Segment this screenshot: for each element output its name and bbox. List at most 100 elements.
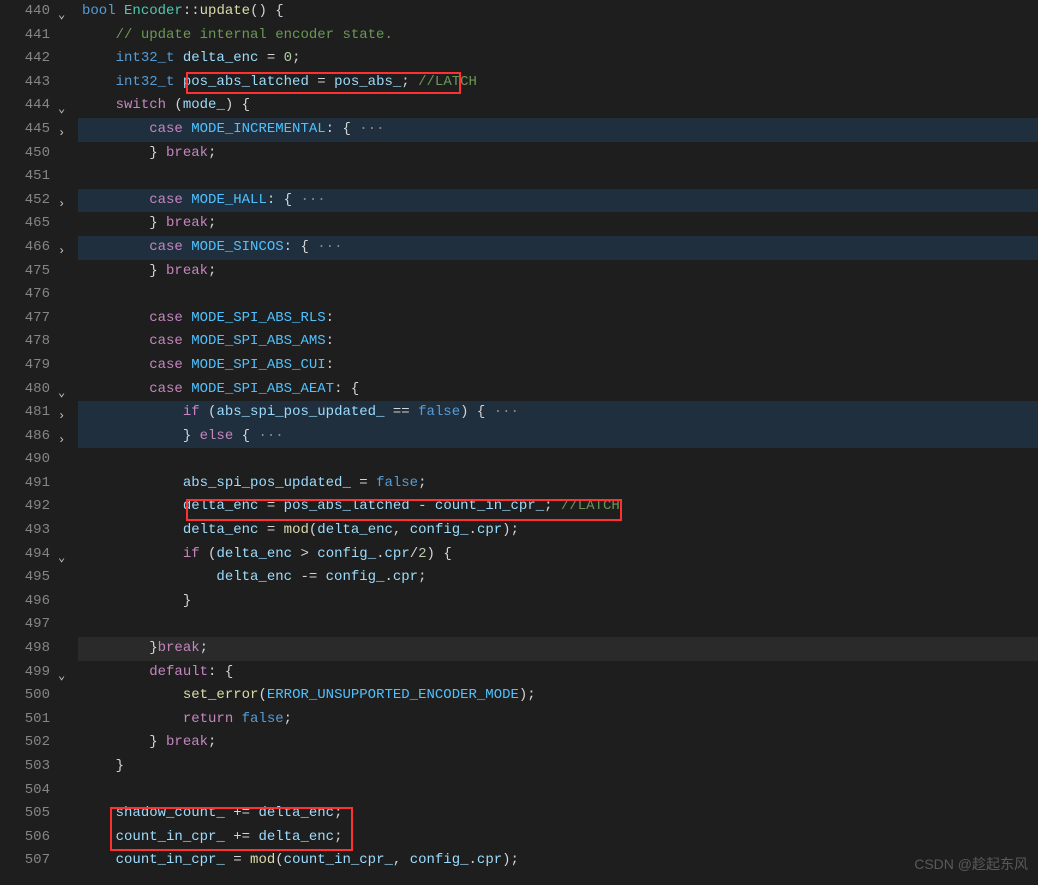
fold-marker	[56, 212, 78, 236]
line-number: 498	[0, 637, 50, 661]
fold-marker[interactable]: ⌄	[56, 94, 78, 118]
fold-marker[interactable]: ⌄	[56, 378, 78, 402]
line-number: 506	[0, 826, 50, 850]
code-line[interactable]: default: {	[78, 661, 1038, 685]
fold-marker[interactable]: ›	[56, 425, 78, 449]
code-line[interactable]: } break;	[78, 142, 1038, 166]
line-number: 480	[0, 378, 50, 402]
line-number: 444	[0, 94, 50, 118]
line-number: 440	[0, 0, 50, 24]
code-line[interactable]: switch (mode_) {	[78, 94, 1038, 118]
code-line[interactable]	[78, 448, 1038, 472]
line-number: 450	[0, 142, 50, 166]
fold-marker	[56, 779, 78, 803]
code-line[interactable]: case MODE_SPI_ABS_AEAT: {	[78, 378, 1038, 402]
code-line[interactable]: delta_enc -= config_.cpr;	[78, 566, 1038, 590]
line-number: 505	[0, 802, 50, 826]
fold-marker	[56, 495, 78, 519]
line-number: 503	[0, 755, 50, 779]
code-line[interactable]: shadow_count_ += delta_enc;	[78, 802, 1038, 826]
code-line[interactable]: int32_t pos_abs_latched = pos_abs_; //LA…	[78, 71, 1038, 95]
fold-marker	[56, 708, 78, 732]
line-number: 475	[0, 260, 50, 284]
code-line[interactable]: delta_enc = mod(delta_enc, config_.cpr);	[78, 519, 1038, 543]
code-line[interactable]	[78, 165, 1038, 189]
line-number: 481	[0, 401, 50, 425]
fold-marker[interactable]: ⌄	[56, 543, 78, 567]
code-line[interactable]: } break;	[78, 260, 1038, 284]
code-line[interactable]: }	[78, 755, 1038, 779]
code-line[interactable]: return false;	[78, 708, 1038, 732]
fold-marker[interactable]: ›	[56, 189, 78, 213]
line-number: 465	[0, 212, 50, 236]
line-number: 452	[0, 189, 50, 213]
code-line[interactable]: if (abs_spi_pos_updated_ == false) { ···	[78, 401, 1038, 425]
line-number: 476	[0, 283, 50, 307]
fold-marker	[56, 849, 78, 873]
code-line[interactable]: count_in_cpr_ += delta_enc;	[78, 826, 1038, 850]
fold-marker	[56, 71, 78, 95]
fold-marker	[56, 826, 78, 850]
code-line[interactable]: int32_t delta_enc = 0;	[78, 47, 1038, 71]
code-line[interactable]: case MODE_SPI_ABS_RLS:	[78, 307, 1038, 331]
code-line[interactable]	[78, 613, 1038, 637]
fold-column[interactable]: ⌄⌄›››⌄››⌄⌄	[56, 0, 78, 873]
code-line[interactable]: case MODE_SINCOS: { ···	[78, 236, 1038, 260]
code-line[interactable]: } else { ···	[78, 425, 1038, 449]
line-number: 500	[0, 684, 50, 708]
code-line[interactable]: delta_enc = pos_abs_latched - count_in_c…	[78, 495, 1038, 519]
fold-marker	[56, 637, 78, 661]
code-editor[interactable]: 4404414424434444454504514524654664754764…	[0, 0, 1038, 873]
code-line[interactable]: bool Encoder::update() {	[78, 0, 1038, 24]
line-number: 497	[0, 613, 50, 637]
code-line[interactable]: } break;	[78, 212, 1038, 236]
line-number: 507	[0, 849, 50, 873]
code-line[interactable]: case MODE_SPI_ABS_AMS:	[78, 330, 1038, 354]
fold-marker	[56, 142, 78, 166]
code-line[interactable]: count_in_cpr_ = mod(count_in_cpr_, confi…	[78, 849, 1038, 873]
fold-marker[interactable]: ›	[56, 118, 78, 142]
line-number: 494	[0, 543, 50, 567]
watermark: CSDN @趁起东风	[914, 853, 1028, 877]
code-line[interactable]	[78, 779, 1038, 803]
fold-marker	[56, 472, 78, 496]
line-number: 478	[0, 330, 50, 354]
fold-marker	[56, 755, 78, 779]
fold-marker	[56, 448, 78, 472]
fold-marker	[56, 47, 78, 71]
code-line[interactable]: case MODE_INCREMENTAL: { ···	[78, 118, 1038, 142]
line-number: 496	[0, 590, 50, 614]
line-number-gutter: 4404414424434444454504514524654664754764…	[0, 0, 56, 873]
fold-marker	[56, 165, 78, 189]
code-line[interactable]: case MODE_HALL: { ···	[78, 189, 1038, 213]
line-number: 466	[0, 236, 50, 260]
code-line[interactable]: case MODE_SPI_ABS_CUI:	[78, 354, 1038, 378]
line-number: 493	[0, 519, 50, 543]
code-line[interactable]: }	[78, 590, 1038, 614]
fold-marker	[56, 590, 78, 614]
fold-marker	[56, 613, 78, 637]
line-number: 495	[0, 566, 50, 590]
code-area[interactable]: bool Encoder::update() { // update inter…	[78, 0, 1038, 873]
line-number: 486	[0, 425, 50, 449]
code-line[interactable]: } break;	[78, 731, 1038, 755]
code-line[interactable]: // update internal encoder state.	[78, 24, 1038, 48]
fold-marker[interactable]: ›	[56, 401, 78, 425]
code-line[interactable]: }break;	[78, 637, 1038, 661]
fold-marker[interactable]: ⌄	[56, 661, 78, 685]
fold-marker	[56, 307, 78, 331]
code-line[interactable]: abs_spi_pos_updated_ = false;	[78, 472, 1038, 496]
fold-marker[interactable]: ›	[56, 236, 78, 260]
code-line[interactable]: set_error(ERROR_UNSUPPORTED_ENCODER_MODE…	[78, 684, 1038, 708]
line-number: 445	[0, 118, 50, 142]
line-number: 504	[0, 779, 50, 803]
line-number: 441	[0, 24, 50, 48]
code-line[interactable]	[78, 283, 1038, 307]
fold-marker	[56, 519, 78, 543]
fold-marker[interactable]: ⌄	[56, 0, 78, 24]
fold-marker	[56, 731, 78, 755]
fold-marker	[56, 354, 78, 378]
fold-marker	[56, 330, 78, 354]
line-number: 479	[0, 354, 50, 378]
code-line[interactable]: if (delta_enc > config_.cpr/2) {	[78, 543, 1038, 567]
